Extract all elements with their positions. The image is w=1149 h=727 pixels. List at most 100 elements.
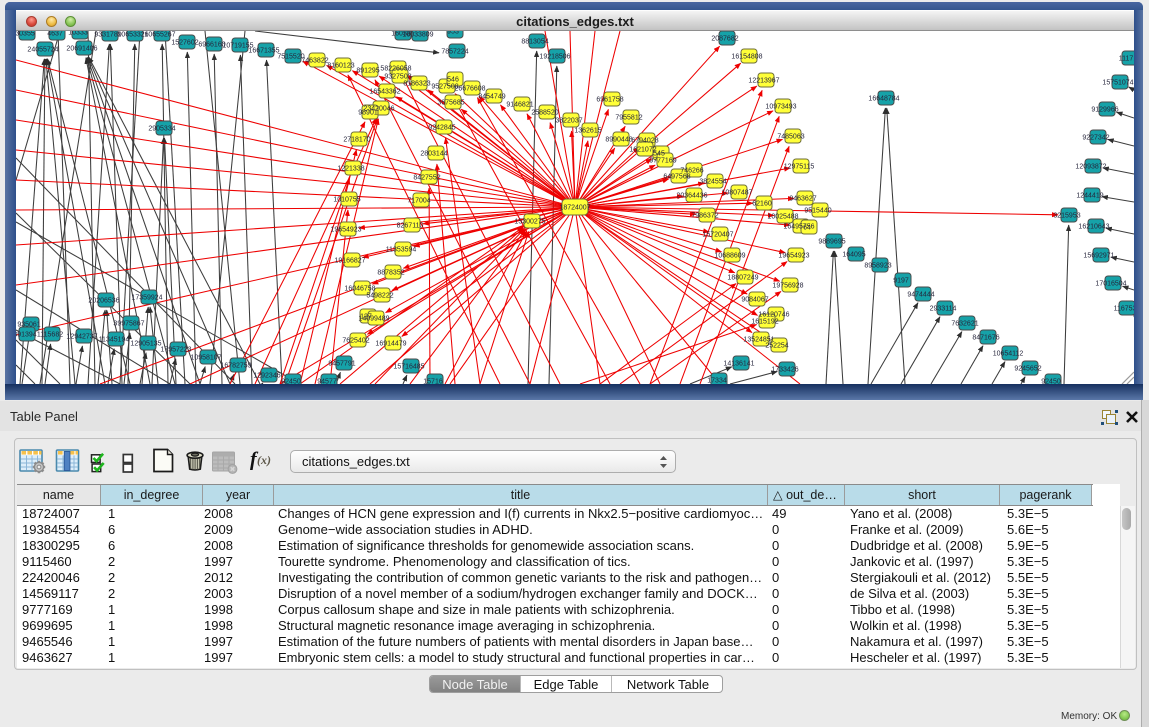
svg-text:7955812: 7955812: [615, 115, 642, 122]
svg-text:9242845: 9242845: [428, 125, 455, 132]
svg-text:15692971: 15692971: [1083, 253, 1114, 260]
svg-text:9245652: 9245652: [1014, 366, 1041, 373]
svg-text:116753: 116753: [1114, 306, 1134, 313]
svg-text:8990448: 8990448: [605, 137, 632, 144]
svg-text:64: 64: [803, 225, 811, 232]
svg-text:545: 545: [653, 151, 665, 158]
svg-text:10973493: 10973493: [765, 104, 796, 111]
svg-text:1115682: 1115682: [37, 332, 63, 339]
svg-text:9777169: 9777169: [649, 158, 676, 165]
svg-text:14099489: 14099489: [358, 316, 389, 323]
svg-text:10958107: 10958107: [190, 355, 221, 362]
svg-text:12942737: 12942737: [66, 334, 97, 341]
svg-text:16046758: 16046758: [344, 286, 375, 293]
svg-text:16543362: 16543362: [369, 89, 400, 96]
svg-text:12093872: 12093872: [1075, 164, 1106, 171]
svg-text:8958923: 8958923: [864, 263, 891, 270]
svg-text:8160123: 8160123: [327, 63, 354, 70]
svg-text:92450: 92450: [1041, 379, 1061, 385]
svg-text:19654923: 19654923: [778, 253, 809, 260]
svg-text:935061: 935061: [17, 322, 40, 329]
svg-text:24055724: 24055724: [27, 47, 58, 54]
svg-text:7625402: 7625402: [342, 338, 369, 345]
svg-text:16648784: 16648784: [868, 96, 899, 103]
svg-text:58226058: 58226058: [380, 66, 411, 73]
svg-text:15720407: 15720407: [702, 232, 733, 239]
svg-text:10807487: 10807487: [721, 190, 752, 197]
svg-text:252254: 252254: [765, 343, 788, 350]
svg-text:10688609: 10688609: [714, 253, 745, 260]
svg-text:12975115: 12975115: [784, 164, 815, 171]
svg-text:16120746: 16120746: [758, 312, 789, 319]
svg-text:2718170: 2718170: [343, 137, 370, 144]
svg-text:1010755: 1010755: [333, 197, 360, 204]
svg-text:6497568: 6497568: [663, 174, 690, 181]
svg-text:3675685: 3675685: [437, 100, 464, 107]
svg-text:5498222: 5498222: [366, 293, 393, 300]
svg-text:18724007: 18724007: [559, 205, 590, 212]
svg-text:9129966: 9129966: [1091, 107, 1118, 114]
svg-text:17957223: 17957223: [160, 347, 191, 354]
svg-text:9327503: 9327503: [384, 74, 411, 81]
svg-text:3822037: 3822037: [555, 118, 582, 125]
svg-text:2588520: 2588520: [531, 110, 558, 117]
svg-text:16210643: 16210643: [1078, 224, 1109, 231]
svg-text:11353594: 11353594: [386, 247, 417, 254]
svg-text:20364436: 20364436: [676, 193, 707, 200]
svg-text:953: 953: [447, 31, 459, 36]
svg-text:14136141: 14136141: [723, 361, 754, 368]
svg-text:2087682: 2087682: [711, 36, 738, 43]
svg-text:39975867: 39975867: [113, 321, 144, 328]
svg-text:164095: 164095: [842, 252, 865, 259]
svg-text:9889695: 9889695: [818, 239, 845, 246]
svg-text:391394: 391394: [16, 332, 37, 339]
svg-text:9474444: 9474444: [907, 292, 934, 299]
svg-text:94577: 94577: [317, 379, 337, 385]
svg-text:12905135: 12905135: [130, 341, 161, 348]
svg-text:6961758: 6961758: [596, 97, 623, 104]
svg-text:98901: 98901: [358, 110, 378, 117]
svg-text:546: 546: [447, 77, 459, 84]
svg-text:16914479: 16914479: [375, 341, 406, 348]
svg-text:8267110: 8267110: [397, 223, 424, 230]
svg-text:16154808: 16154808: [731, 54, 762, 61]
svg-text:8186323: 8186323: [403, 81, 430, 88]
svg-text:1527602: 1527602: [171, 40, 198, 47]
svg-text:15300275: 15300275: [514, 219, 545, 226]
svg-text:7463822: 7463822: [301, 58, 328, 65]
svg-text:3824554: 3824554: [699, 179, 726, 186]
svg-text:1615192: 1615192: [751, 319, 778, 326]
svg-text:9084067: 9084067: [741, 297, 768, 304]
svg-text:11345194: 11345194: [99, 337, 130, 344]
svg-text:2933114: 2933114: [930, 306, 957, 313]
svg-text:1221338: 1221338: [337, 166, 364, 173]
svg-text:4637: 4637: [47, 31, 63, 38]
svg-text:7986372: 7986372: [691, 213, 718, 220]
svg-text:9227342: 9227342: [1082, 135, 1109, 142]
svg-text:1292346: 1292346: [253, 373, 280, 380]
svg-text:10654112: 10654112: [993, 351, 1024, 358]
svg-text:1362615: 1362615: [574, 128, 601, 135]
svg-text:891295: 891295: [356, 68, 379, 75]
svg-text:30355: 30355: [16, 31, 35, 38]
svg-text:20206536: 20206536: [88, 298, 119, 305]
svg-text:2803144: 2803144: [420, 151, 447, 158]
svg-text:12213967: 12213967: [748, 78, 779, 85]
svg-text:8813054: 8813054: [521, 39, 548, 46]
svg-text:16782759: 16782759: [220, 363, 251, 370]
svg-text:7632621: 7632621: [951, 321, 978, 328]
svg-text:19654923: 19654923: [330, 227, 361, 234]
svg-text:9197: 9197: [893, 278, 909, 285]
svg-text:26676608: 26676608: [454, 86, 485, 93]
svg-text:16033809: 16033809: [402, 32, 433, 39]
svg-text:10333: 10333: [68, 31, 88, 37]
svg-text:15751074: 15751074: [1102, 80, 1133, 87]
svg-text:15716: 15716: [423, 379, 443, 385]
svg-text:17334: 17334: [707, 378, 727, 385]
svg-text:10655267: 10655267: [144, 32, 175, 39]
svg-text:1733426: 1733426: [771, 367, 798, 374]
svg-text:18807249: 18807249: [727, 275, 758, 282]
svg-text:7485063: 7485063: [777, 134, 804, 141]
svg-text:9457791: 9457791: [328, 361, 355, 368]
svg-text:19756928: 19756928: [772, 283, 803, 290]
